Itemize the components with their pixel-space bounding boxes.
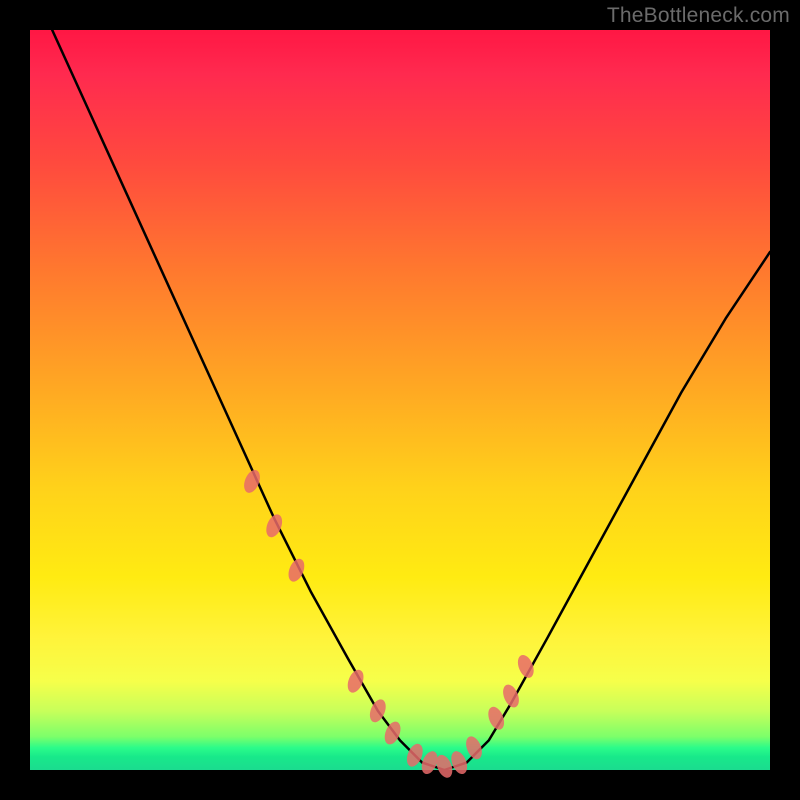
watermark-text: TheBottleneck.com (607, 4, 790, 28)
curve-layer (52, 30, 770, 770)
bottleneck-curve-path (52, 30, 770, 770)
chart-frame: TheBottleneck.com (0, 0, 800, 800)
chart-svg (30, 30, 770, 770)
curve-marker (485, 704, 507, 731)
curve-marker (241, 468, 263, 495)
curve-marker (500, 682, 522, 709)
chart-plot-area (30, 30, 770, 770)
curve-marker (345, 667, 367, 694)
curve-marker (382, 719, 404, 746)
curve-marker (515, 653, 537, 680)
